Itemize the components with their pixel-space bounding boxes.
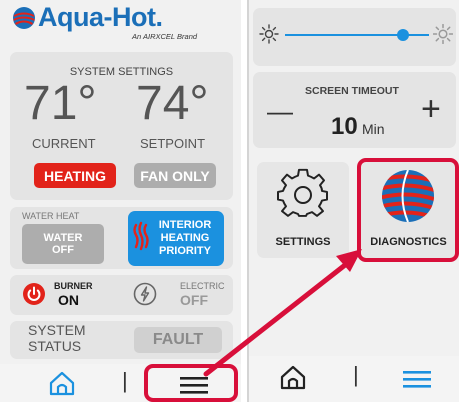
screen-timeout-value: 10 xyxy=(331,113,358,140)
interior-label-line2: HEATING xyxy=(160,232,210,244)
lightning-icon xyxy=(133,282,157,306)
screen-timeout-unit: Min xyxy=(362,121,385,137)
system-status-label-line1: SYSTEM xyxy=(28,322,86,338)
menu-highlight-box xyxy=(144,364,238,402)
sun-large-icon xyxy=(432,23,454,45)
burner-label: BURNER xyxy=(54,281,93,291)
screen-timeout-title: SCREEN TIMEOUT xyxy=(305,85,399,97)
heat-waves-icon xyxy=(132,221,150,255)
interior-label-line1: INTERIOR xyxy=(158,219,212,231)
brand-tagline: An AIRXCEL Brand xyxy=(132,32,198,41)
water-off-button[interactable]: WATER OFF xyxy=(22,224,104,264)
home-button[interactable] xyxy=(279,364,307,390)
setpoint-label: SETPOINT xyxy=(140,136,206,151)
settings-screen: — SCREEN TIMEOUT 10 Min + SETTINGS DIAGN… xyxy=(247,0,459,402)
nav-separator: | xyxy=(122,368,128,393)
nav-separator: | xyxy=(353,362,359,387)
setpoint-temperature[interactable]: 74° xyxy=(136,76,209,131)
gear-icon xyxy=(277,168,329,220)
water-heat-title: WATER HEAT xyxy=(22,211,80,221)
electric-label: ELECTRIC xyxy=(180,281,225,291)
timeout-increase-button[interactable]: + xyxy=(421,90,441,129)
main-screen: Aqua-Hot. An AIRXCEL Brand SYSTEM SETTIN… xyxy=(0,0,241,402)
menu-button[interactable] xyxy=(399,366,435,392)
burner-toggle[interactable] xyxy=(22,282,46,306)
fan-only-mode-button[interactable]: FAN ONLY xyxy=(134,163,216,188)
aqua-hot-logo-icon xyxy=(12,6,36,30)
settings-label: SETTINGS xyxy=(275,236,331,248)
current-label: CURRENT xyxy=(32,136,96,151)
home-icon xyxy=(49,371,75,396)
electric-toggle[interactable] xyxy=(133,282,157,306)
timeout-decrease-button[interactable]: — xyxy=(267,96,293,127)
power-icon xyxy=(23,283,45,305)
electric-value: OFF xyxy=(180,292,208,308)
brightness-slider[interactable] xyxy=(285,29,429,41)
water-off-label-line1: WATER xyxy=(43,232,83,244)
brand-name: Aqua-Hot. xyxy=(38,2,163,32)
heating-mode-button[interactable]: HEATING xyxy=(34,163,116,188)
system-status-label-line2: STATUS xyxy=(28,338,82,354)
diagnostics-highlight-box xyxy=(357,158,459,262)
menu-icon xyxy=(403,371,431,388)
burner-value: ON xyxy=(58,292,79,308)
interior-label-line3: PRIORITY xyxy=(159,245,211,257)
current-temperature: 71° xyxy=(24,77,97,130)
water-off-label-line2: OFF xyxy=(52,244,74,256)
brightness-slider-thumb[interactable] xyxy=(397,29,410,41)
home-icon xyxy=(280,365,306,390)
sun-small-icon xyxy=(259,24,279,44)
root: Aqua-Hot. An AIRXCEL Brand SYSTEM SETTIN… xyxy=(0,0,459,402)
home-button[interactable] xyxy=(48,370,76,396)
system-status-value[interactable]: FAULT xyxy=(134,327,222,353)
